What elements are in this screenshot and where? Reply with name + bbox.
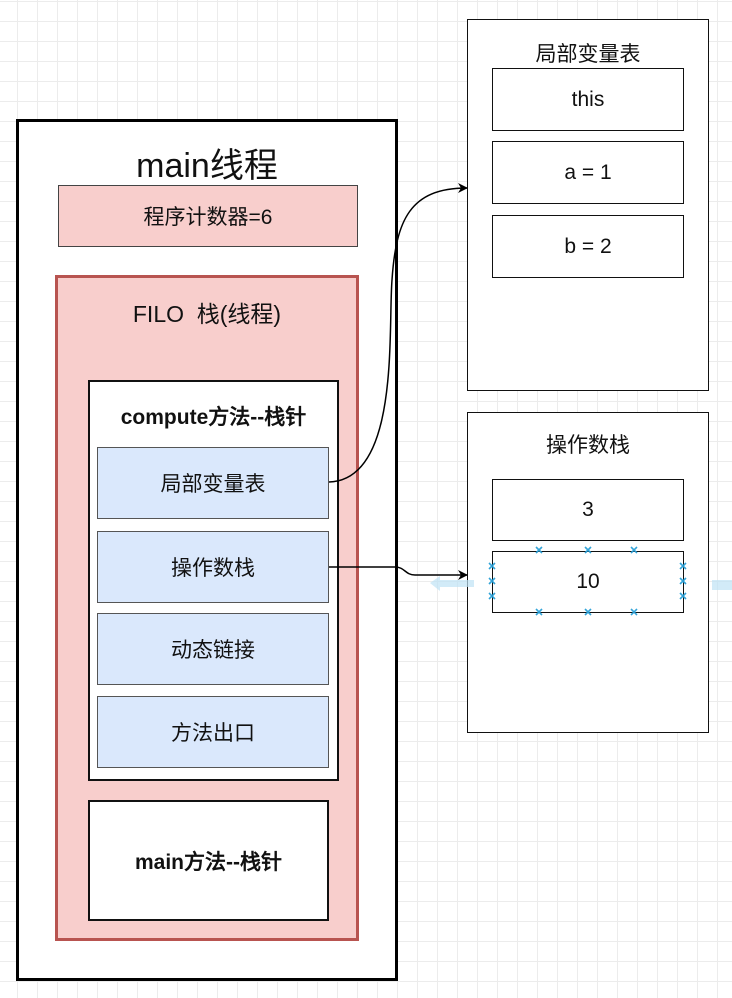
arrow-to-local-variable-table — [328, 183, 468, 483]
selection-handles — [488, 546, 687, 616]
arrow-to-operand-stack — [329, 566, 468, 580]
hover-arrow-right-icon — [712, 580, 732, 590]
connectors-layer — [328, 183, 732, 616]
hover-arrow-left-icon — [430, 576, 474, 591]
